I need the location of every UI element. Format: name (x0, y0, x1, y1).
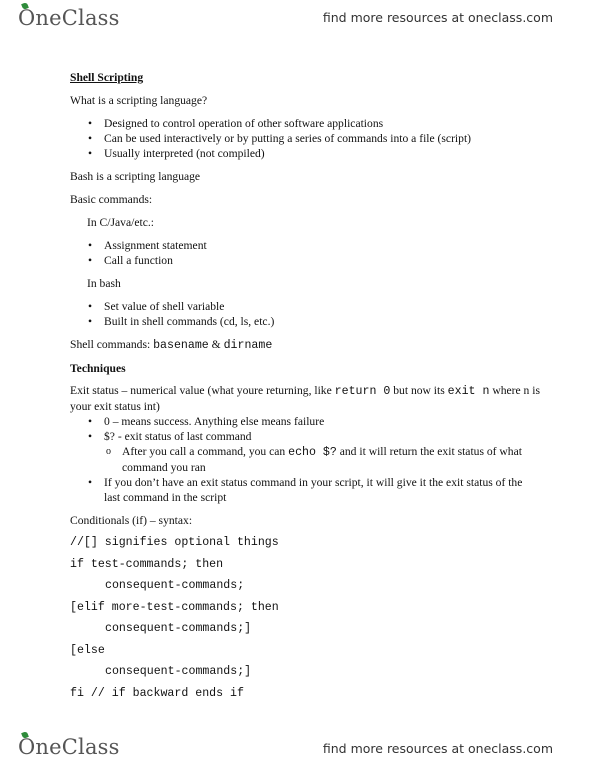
list-item: $? - exit status of last command After y… (70, 429, 540, 475)
logo-apple-icon: O (18, 2, 35, 30)
code-line: fi // if backward ends if (70, 686, 244, 700)
oneclass-logo-header[interactable]: OneClass (18, 2, 120, 30)
c-list: Assignment statement Call a function (70, 238, 540, 268)
document-body: Shell Scripting What is a scripting lang… (70, 70, 540, 708)
code-exit: exit n (447, 385, 490, 398)
code-line: if test-commands; then (70, 557, 224, 571)
list-item: 0 – means success. Anything else means f… (70, 414, 540, 429)
list-item: Usually interpreted (not compiled) (70, 146, 540, 161)
in-bash-label: In bash (87, 277, 121, 290)
code-line: [else (70, 643, 105, 657)
scripting-language-list: Designed to control operation of other s… (70, 116, 540, 161)
code-return: return 0 (334, 385, 391, 398)
basic-commands-label: Basic commands: (70, 193, 153, 206)
code-basename: basename (153, 339, 209, 352)
code-dirname: dirname (223, 339, 273, 352)
sub-list: After you call a command, you can echo $… (104, 444, 540, 475)
code-line: consequent-commands;] (105, 622, 252, 635)
doc-title: Shell Scripting (70, 71, 144, 84)
techniques-heading: Techniques (70, 362, 126, 375)
exit-status-para: Exit status – numerical value (what your… (70, 383, 540, 414)
code-line: consequent-commands; (105, 579, 245, 592)
text: After you call a command, you can (122, 445, 289, 458)
conditionals-label: Conditionals (if) – syntax: (70, 514, 193, 527)
code-line: [elif more-test-commands; then (70, 600, 279, 614)
code-line: //[] signifies optional things (70, 536, 279, 549)
code-block: //[] signifies optional things if test-c… (70, 536, 540, 700)
logo-text: neClass (35, 6, 120, 30)
list-item: Can be used interactively or by putting … (70, 131, 540, 146)
shell-commands-line: Shell commands: basename & dirname (70, 337, 540, 353)
bash-line: Bash is a scripting language (70, 170, 201, 183)
list-item: Built in shell commands (cd, ls, etc.) (70, 314, 540, 329)
shell-commands-label: Shell commands: (70, 338, 154, 351)
oneclass-logo-footer[interactable]: OneClass (18, 731, 120, 759)
exit-status-list: 0 – means success. Anything else means f… (70, 414, 540, 505)
ampersand: & (208, 338, 224, 351)
text: but now its (390, 384, 448, 397)
code-line: consequent-commands;] (105, 665, 252, 678)
sub-list-item: After you call a command, you can echo $… (70, 444, 540, 475)
list-item: Assignment statement (70, 238, 540, 253)
list-item: Set value of shell variable (70, 299, 540, 314)
header-tagline-link[interactable]: find more resources at oneclass.com (323, 10, 553, 25)
text: $? - exit status of last command (104, 430, 252, 443)
bash-list: Set value of shell variable Built in she… (70, 299, 540, 329)
logo-apple-icon: O (18, 731, 35, 759)
list-item: If you don’t have an exit status command… (70, 475, 540, 505)
code-echo: echo $? (288, 446, 337, 459)
list-item: Call a function (70, 253, 540, 268)
text: Exit status – numerical value (what your… (70, 384, 335, 397)
footer-tagline-link[interactable]: find more resources at oneclass.com (323, 741, 553, 756)
question-scripting-language: What is a scripting language? (70, 94, 208, 107)
in-c-label: In C/Java/etc.: (87, 216, 154, 229)
logo-text: neClass (35, 735, 120, 759)
list-item: Designed to control operation of other s… (70, 116, 540, 131)
